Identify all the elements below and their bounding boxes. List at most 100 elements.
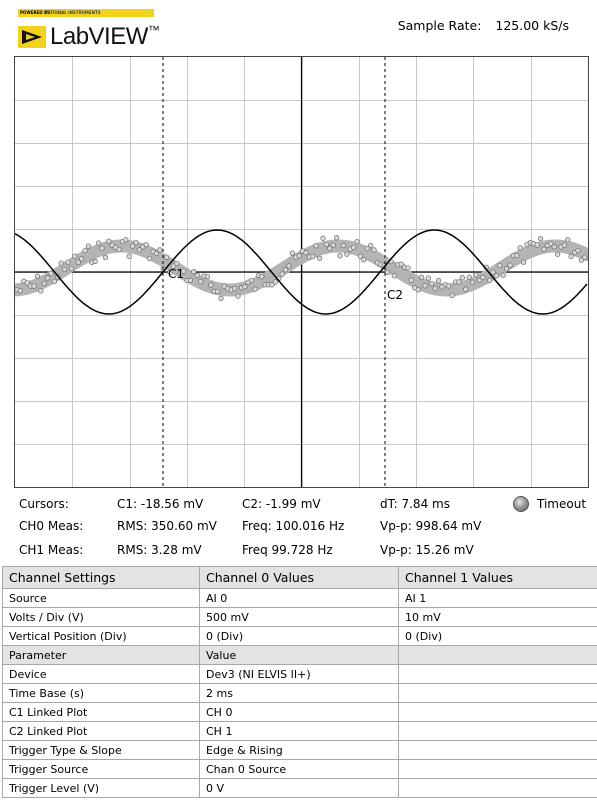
oscilloscope-graph[interactable]: C1 C2 <box>14 56 589 488</box>
channel-1-sample-marker <box>218 295 224 302</box>
row-label: Trigger Type & Slope <box>2 740 200 760</box>
subheader-value: Value <box>199 645 399 665</box>
row-label: Vertical Position (Div) <box>2 626 200 646</box>
channel-1-sample-marker <box>279 271 285 277</box>
trigger-level-value-cell[interactable]: 0 V <box>199 778 399 798</box>
row-label: C1 Linked Plot <box>2 702 200 722</box>
channel-1-sample-marker <box>405 265 411 271</box>
channel-1-sample-marker <box>384 269 391 275</box>
channel-1-sample-marker <box>449 292 455 299</box>
scope-plot-area[interactable]: C1 C2 <box>15 57 588 487</box>
channel-1-sample-marker <box>432 285 438 292</box>
channel-1-sample-marker <box>313 243 319 249</box>
channel-1-sample-marker <box>231 285 238 292</box>
cursor-c2-value: C2: -1.99 mV <box>242 497 321 511</box>
ch0-freq-value: Freq: 100.016 Hz <box>242 519 345 533</box>
channel-1-sample-marker <box>191 269 197 275</box>
trigger-type-value-cell[interactable]: Edge & Rising <box>199 740 399 760</box>
channel-1-sample-marker <box>146 255 153 262</box>
channel-1-sample-marker <box>78 256 85 262</box>
channel-1-sample-marker <box>429 280 435 287</box>
channel-1-sample-marker <box>282 267 289 273</box>
channel-1-sample-marker <box>408 277 415 283</box>
channel-1-sample-marker <box>456 279 462 285</box>
device-value-cell[interactable]: Dev3 (NI ELVIS II+) <box>199 664 399 684</box>
channel-1-sample-marker <box>95 240 102 246</box>
cursors-label: Cursors: <box>19 497 69 511</box>
channel-1-sample-marker <box>493 273 500 279</box>
table-row[interactable]: Vertical Position (Div) 0 (Div) 0 (Div) <box>2 626 597 646</box>
table-row[interactable]: Trigger Type & Slope Edge & Rising <box>2 740 597 760</box>
c2-linked-plot-value-cell[interactable]: CH 1 <box>199 721 399 741</box>
trigger-source-value-cell[interactable]: Chan 0 Source <box>199 759 399 779</box>
channel-1-sample-marker <box>551 244 557 250</box>
channel-1-sample-marker <box>51 278 58 285</box>
channel-1-sample-marker <box>38 288 44 294</box>
channel-1-sample-marker <box>44 275 51 281</box>
channel-1-sample-marker <box>517 245 523 251</box>
channel-1-sample-marker <box>194 272 200 279</box>
channel-1-sample-marker <box>330 242 336 248</box>
c1-linked-plot-value-cell[interactable]: CH 0 <box>199 702 399 722</box>
channel-1-sample-marker <box>252 286 258 292</box>
ch0-meas-label: CH0 Meas: <box>19 519 84 533</box>
time-base-value-cell[interactable]: 2 ms <box>199 683 399 703</box>
channel-1-sample-marker <box>41 280 47 286</box>
channel-1-sample-marker <box>554 251 561 257</box>
row-label: C2 Linked Plot <box>2 721 200 741</box>
channel-1-sample-marker <box>391 273 398 279</box>
channel-1-sample-marker <box>34 273 41 279</box>
channel-1-sample-marker <box>541 246 547 252</box>
ch0-source-cell[interactable]: AI 0 <box>199 588 399 608</box>
channel-1-sample-marker <box>204 273 211 280</box>
empty-cell <box>398 702 597 722</box>
column-header-channel-settings: Channel Settings <box>2 566 200 589</box>
table-row[interactable]: Device Dev3 (NI ELVIS II+) <box>2 664 597 684</box>
column-header-channel-0: Channel 0 Values <box>199 566 399 589</box>
channel-1-sample-marker <box>480 274 486 281</box>
empty-cell <box>398 721 597 741</box>
channel-1-sample-marker <box>106 238 112 244</box>
cursor-dt-value: dT: 7.84 ms <box>380 497 450 511</box>
empty-cell <box>398 740 597 760</box>
table-row[interactable]: Source AI 0 AI 1 <box>2 588 597 608</box>
table-row[interactable]: C2 Linked Plot CH 1 <box>2 721 597 741</box>
channel-1-sample-marker <box>490 269 496 275</box>
channel-1-sample-marker <box>344 251 350 257</box>
channel-1-sample-marker <box>500 272 506 278</box>
ch1-volts-div-cell[interactable]: 10 mV <box>398 607 597 627</box>
channel-1-sample-marker <box>61 266 68 273</box>
channel-1-sample-marker <box>248 277 255 284</box>
ch0-volts-div-cell[interactable]: 500 mV <box>199 607 399 627</box>
ch1-freq-value: Freq 99.728 Hz <box>242 543 333 557</box>
labview-logo-icon <box>18 26 46 48</box>
channel-1-sample-marker <box>214 288 221 295</box>
channel-1-sample-marker <box>514 252 520 259</box>
timeout-indicator-led <box>513 496 529 512</box>
table-row[interactable]: C1 Linked Plot CH 0 <box>2 702 597 722</box>
ch1-source-cell[interactable]: AI 1 <box>398 588 597 608</box>
channel-1-sample-marker <box>102 254 109 261</box>
channel-settings-table: Channel Settings Channel 0 Values Channe… <box>2 566 597 798</box>
ch0-vertical-position-cell[interactable]: 0 (Div) <box>199 626 399 646</box>
channel-1-sample-marker <box>534 242 540 248</box>
table-row[interactable]: Trigger Source Chan 0 Source <box>2 759 597 779</box>
labview-logo: POWERED BY NATIONAL INSTRUMENTS LabVIEW™ <box>18 9 168 51</box>
channel-1-sample-marker <box>463 286 469 292</box>
channel-1-sample-marker <box>316 255 323 261</box>
ch1-vertical-position-cell[interactable]: 0 (Div) <box>398 626 597 646</box>
channel-1-sample-marker <box>126 253 132 259</box>
row-label: Source <box>2 588 200 608</box>
channel-1-sample-marker <box>143 241 149 248</box>
channel-1-sample-marker <box>418 274 425 280</box>
table-row[interactable]: Trigger Level (V) 0 V <box>2 778 597 798</box>
ch1-rms-value: RMS: 3.28 mV <box>117 543 202 557</box>
subheader-empty <box>398 645 597 665</box>
table-row[interactable]: Time Base (s) 2 ms <box>2 683 597 703</box>
sample-rate-label: Sample Rate: <box>397 18 482 33</box>
channel-1-sample-marker <box>58 260 64 266</box>
table-row[interactable]: Volts / Div (V) 500 mV 10 mV <box>2 607 597 627</box>
channel-1-sample-marker <box>72 253 78 259</box>
channel-1-sample-marker <box>242 284 248 290</box>
channel-1-sample-marker <box>123 236 129 243</box>
